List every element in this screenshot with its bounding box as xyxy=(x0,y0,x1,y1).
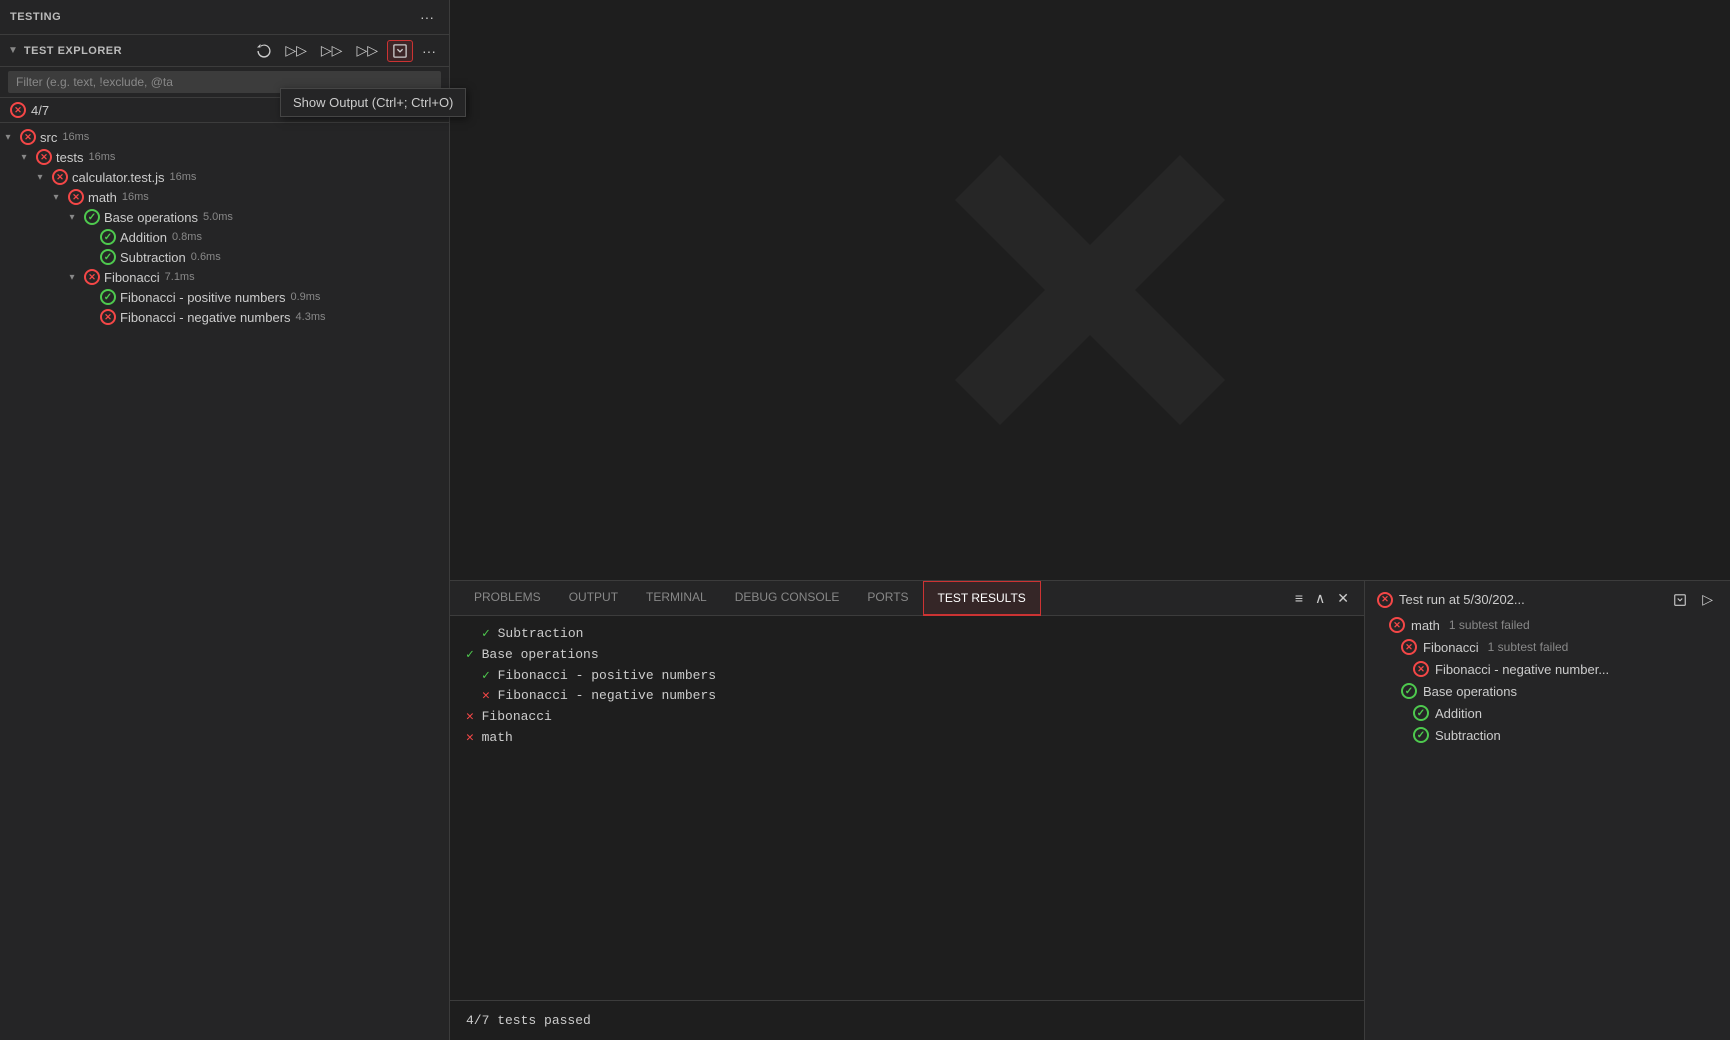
src-status-icon xyxy=(20,129,36,145)
output-content: ✓ Subtraction ✓ Base operations ✓ Fibona… xyxy=(450,616,1364,1000)
filter-lines-button[interactable]: ≡ xyxy=(1276,587,1308,610)
calculator-status-icon xyxy=(52,169,68,185)
tab-terminal[interactable]: TERMINAL xyxy=(632,581,721,616)
output-line-subtraction: ✓ Subtraction xyxy=(466,624,1348,645)
more-options-button[interactable]: ··· xyxy=(415,6,439,28)
status-row: 4/7 1.0s xyxy=(0,98,449,123)
run-coverage-button[interactable]: ▷▷ xyxy=(316,39,348,62)
tab-ports[interactable]: PORTS xyxy=(853,581,922,616)
fib-negative-status-icon xyxy=(100,309,116,325)
tree-item-addition[interactable]: Addition 0.8ms xyxy=(0,227,449,247)
test-explorer-header: ▼ TEST EXPLORER ▷▷ ▷▷ ▷▷ xyxy=(0,35,449,67)
fibonacci-status-icon xyxy=(84,269,100,285)
test-run-open-button[interactable] xyxy=(1669,591,1691,609)
testing-header: TESTING ··· xyxy=(0,0,449,35)
run-continuous-button[interactable]: ▷▷ xyxy=(351,39,383,62)
tab-debug-console[interactable]: DEBUG CONSOLE xyxy=(721,581,854,616)
subtraction-status-icon xyxy=(100,249,116,265)
result-item-test-run[interactable]: Test run at 5/30/202... ▷ xyxy=(1365,585,1730,614)
fib-positive-status-icon xyxy=(100,289,116,305)
error-status-icon xyxy=(10,102,26,118)
more-tests-button[interactable]: ··· xyxy=(417,40,441,62)
output-summary: 4/7 tests passed xyxy=(450,1000,1364,1040)
section-title: TEST EXPLORER xyxy=(24,45,122,57)
tab-problems[interactable]: PROBLEMS xyxy=(460,581,555,616)
base-ops-status-icon xyxy=(84,209,100,225)
test-run-play-button[interactable]: ▷ xyxy=(1697,588,1718,611)
tab-output[interactable]: OUTPUT xyxy=(555,581,632,616)
tree-item-src[interactable]: ▾ src 16ms xyxy=(0,127,449,147)
tests-status-icon xyxy=(36,149,52,165)
tabs-row: PROBLEMS OUTPUT TERMINAL DEBUG CONSOLE P… xyxy=(450,581,1364,616)
math-status-icon xyxy=(68,189,84,205)
test-run-status-icon xyxy=(1377,592,1393,608)
result-item-base-operations[interactable]: Base operations xyxy=(1365,680,1730,702)
tab-actions: ≡ ∧ ✕ xyxy=(1276,587,1354,610)
result-item-subtraction[interactable]: Subtraction xyxy=(1365,724,1730,746)
panel-title: TESTING xyxy=(10,11,61,23)
test-explorer-panel: TESTING ··· ▼ TEST EXPLORER ▷▷ xyxy=(0,0,450,1040)
tree-item-subtraction[interactable]: Subtraction 0.6ms xyxy=(0,247,449,267)
output-line-fib-positive: ✓ Fibonacci - positive numbers xyxy=(466,666,1348,687)
result-subtraction-status-icon xyxy=(1413,727,1429,743)
result-item-fibonacci[interactable]: Fibonacci 1 subtest failed xyxy=(1365,636,1730,658)
output-line-base-ops: ✓ Base operations xyxy=(466,645,1348,666)
output-area: PROBLEMS OUTPUT TERMINAL DEBUG CONSOLE P… xyxy=(450,581,1365,1040)
result-math-status-icon xyxy=(1389,617,1405,633)
output-line-fibonacci: ✕ Fibonacci xyxy=(466,707,1348,728)
output-line-fib-negative: ✕ Fibonacci - negative numbers xyxy=(466,686,1348,707)
section-header-actions: ▷▷ ▷▷ ▷▷ ··· xyxy=(252,39,441,62)
refresh-tests-button[interactable] xyxy=(252,41,276,61)
tree-item-fib-positive[interactable]: Fibonacci - positive numbers 0.9ms xyxy=(0,287,449,307)
result-item-addition[interactable]: Addition xyxy=(1365,702,1730,724)
testing-header-actions: ··· xyxy=(415,6,439,28)
test-tree: ▾ src 16ms ▾ tests 16ms ▾ calculator.tes… xyxy=(0,123,449,1040)
filter-row xyxy=(0,67,449,98)
result-addition-status-icon xyxy=(1413,705,1429,721)
result-fib-status-icon xyxy=(1401,639,1417,655)
filter-input[interactable] xyxy=(8,71,441,93)
count-label: 4/7 xyxy=(31,103,49,118)
result-item-math[interactable]: math 1 subtest failed xyxy=(1365,614,1730,636)
result-base-ops-status-icon xyxy=(1401,683,1417,699)
show-output-button[interactable] xyxy=(387,40,413,62)
tree-item-calculator[interactable]: ▾ calculator.test.js 16ms xyxy=(0,167,449,187)
right-panel: PROBLEMS OUTPUT TERMINAL DEBUG CONSOLE P… xyxy=(450,0,1730,1040)
vscode-background xyxy=(450,0,1730,580)
tree-item-fib-negative[interactable]: Fibonacci - negative numbers 4.3ms xyxy=(0,307,449,327)
test-results-list: Test run at 5/30/202... ▷ xyxy=(1365,581,1730,1040)
close-panel-button[interactable]: ✕ xyxy=(1332,587,1354,610)
bottom-panel: PROBLEMS OUTPUT TERMINAL DEBUG CONSOLE P… xyxy=(450,580,1730,1040)
test-results-side-panel: Test run at 5/30/202... ▷ xyxy=(1365,581,1730,1040)
run-all-tests-button[interactable]: ▷▷ xyxy=(280,39,312,62)
output-line-math: ✕ math xyxy=(466,728,1348,749)
timing-label: 1.0s xyxy=(400,103,439,117)
result-item-fib-negative[interactable]: Fibonacci - negative number... xyxy=(1365,658,1730,680)
tree-item-fibonacci[interactable]: ▾ Fibonacci 7.1ms xyxy=(0,267,449,287)
result-fib-neg-status-icon xyxy=(1413,661,1429,677)
tab-test-results[interactable]: TEST RESULTS xyxy=(923,581,1041,616)
tree-item-base-operations[interactable]: ▾ Base operations 5.0ms xyxy=(0,207,449,227)
status-count: 4/7 xyxy=(10,102,49,118)
addition-status-icon xyxy=(100,229,116,245)
tree-item-tests[interactable]: ▾ tests 16ms xyxy=(0,147,449,167)
tree-item-math[interactable]: ▾ math 16ms xyxy=(0,187,449,207)
collapse-panel-button[interactable]: ∧ xyxy=(1310,587,1330,610)
